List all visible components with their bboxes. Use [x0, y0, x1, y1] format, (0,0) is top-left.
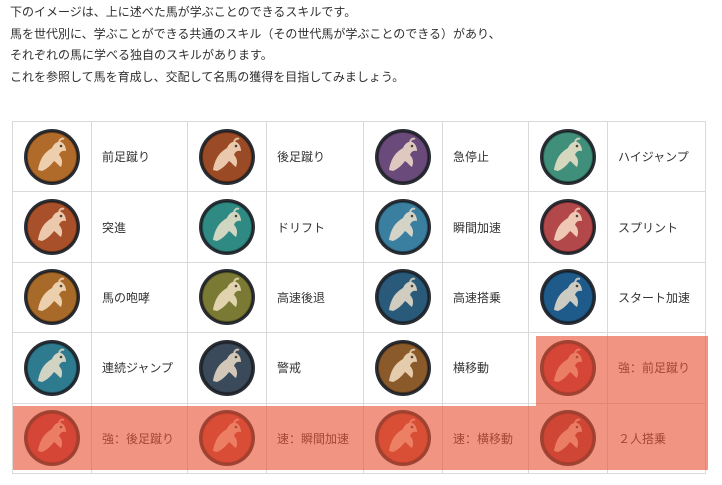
skill-icon-cell	[187, 120, 267, 193]
skill-name: 後足蹴り	[266, 120, 364, 193]
skill-icon-cell	[187, 332, 267, 404]
horse-kick-icon	[23, 128, 81, 186]
skill-name: ドリフト	[266, 191, 364, 263]
intro-line-1: 下のイメージは、上に述べた馬が学ぶことのできるスキルです。	[10, 5, 357, 19]
horse-start-icon	[539, 268, 597, 326]
intro-line-4: これを参照して馬を育成し、交配して名馬の獲得を目指してみましょう。	[10, 69, 405, 84]
horse-rush-icon	[23, 198, 81, 256]
skill-name: 急停止	[442, 120, 529, 193]
skill-row: 連続ジャンプ 警戒 横移動 強：前足蹴り	[12, 332, 706, 404]
skill-name: スプリント	[607, 191, 706, 263]
horse-double-jump-icon	[23, 339, 81, 397]
skill-name: スタート加速	[607, 261, 706, 334]
skill-icon-cell	[187, 261, 267, 334]
skill-icon-cell	[363, 261, 443, 334]
skill-name: 前足蹴り	[91, 120, 188, 193]
skill-icon-cell	[363, 402, 443, 474]
horse-jump-icon	[539, 128, 597, 186]
horse-sidestep-icon	[374, 339, 432, 397]
horse-mount-icon	[374, 268, 432, 326]
horse-stop-icon	[374, 128, 432, 186]
skill-icon-cell	[12, 402, 92, 474]
horse-alert-icon	[198, 339, 256, 397]
skill-icon-cell	[528, 402, 608, 474]
skill-name: 速：瞬間加速	[266, 402, 364, 474]
skill-icon-cell	[12, 120, 92, 193]
skill-name: 警戒	[266, 332, 364, 404]
horse-kick-strong-icon	[539, 339, 597, 397]
horse-sidestep-fast-icon	[374, 409, 432, 467]
skill-table: 前足蹴り 後足蹴り 急停止 ハイジャンプ突進 ドリフト 瞬間加速 スプリント馬の咆哮 高速後退…	[12, 120, 706, 474]
skill-row: 馬の咆哮 高速後退 高速搭乗 スタート加速	[12, 261, 706, 334]
skill-icon-cell	[12, 332, 92, 404]
skill-name: ２人搭乗	[607, 402, 706, 474]
skill-name: 瞬間加速	[442, 191, 529, 263]
intro-text: 下のイメージは、上に述べた馬が学ぶことのできるスキルです。 馬を世代別に、学ぶこ…	[10, 2, 710, 88]
skill-name: 突進	[91, 191, 188, 263]
skill-row: 突進 ドリフト 瞬間加速 スプリント	[12, 191, 706, 263]
horse-retreat-icon	[198, 268, 256, 326]
skill-icon-cell	[528, 191, 608, 263]
horse-back-kick-strong-icon	[23, 409, 81, 467]
skill-name: ハイジャンプ	[607, 120, 706, 193]
skill-icon-cell	[187, 191, 267, 263]
skill-icon-cell	[363, 120, 443, 193]
skill-icon-cell	[528, 120, 608, 193]
skill-name: 強：後足蹴り	[91, 402, 188, 474]
horse-sprint-icon	[539, 198, 597, 256]
skill-icon-cell	[12, 261, 92, 334]
skill-name: 連続ジャンプ	[91, 332, 188, 404]
skill-name: 高速搭乗	[442, 261, 529, 334]
horse-burst-icon	[374, 198, 432, 256]
skill-icon-cell	[528, 332, 608, 404]
skill-icon-cell	[363, 332, 443, 404]
skill-icon-cell	[528, 261, 608, 334]
skill-name: 馬の咆哮	[91, 261, 188, 334]
skill-name: 高速後退	[266, 261, 364, 334]
skill-name: 横移動	[442, 332, 529, 404]
horse-back-kick-icon	[198, 128, 256, 186]
horse-drift-icon	[198, 198, 256, 256]
skill-name: 強：前足蹴り	[607, 332, 706, 404]
intro-line-3: それぞれの馬に学べる独自のスキルがあります。	[10, 48, 273, 62]
skill-row: 強：後足蹴り 速：瞬間加速 速：横移動 ２人搭乗	[12, 402, 706, 474]
horse-double-ride-icon	[539, 409, 597, 467]
skill-icon-cell	[363, 191, 443, 263]
horse-burst-fast-icon	[198, 409, 256, 467]
skill-row: 前足蹴り 後足蹴り 急停止 ハイジャンプ	[12, 120, 706, 193]
intro-line-2: 馬を世代別に、学ぶことができる共通のスキル（その世代馬が学ぶことのできる）があり…	[10, 26, 501, 41]
skill-icon-cell	[187, 402, 267, 474]
skill-name: 速：横移動	[442, 402, 529, 474]
horse-roar-icon	[23, 268, 81, 326]
skill-icon-cell	[12, 191, 92, 263]
